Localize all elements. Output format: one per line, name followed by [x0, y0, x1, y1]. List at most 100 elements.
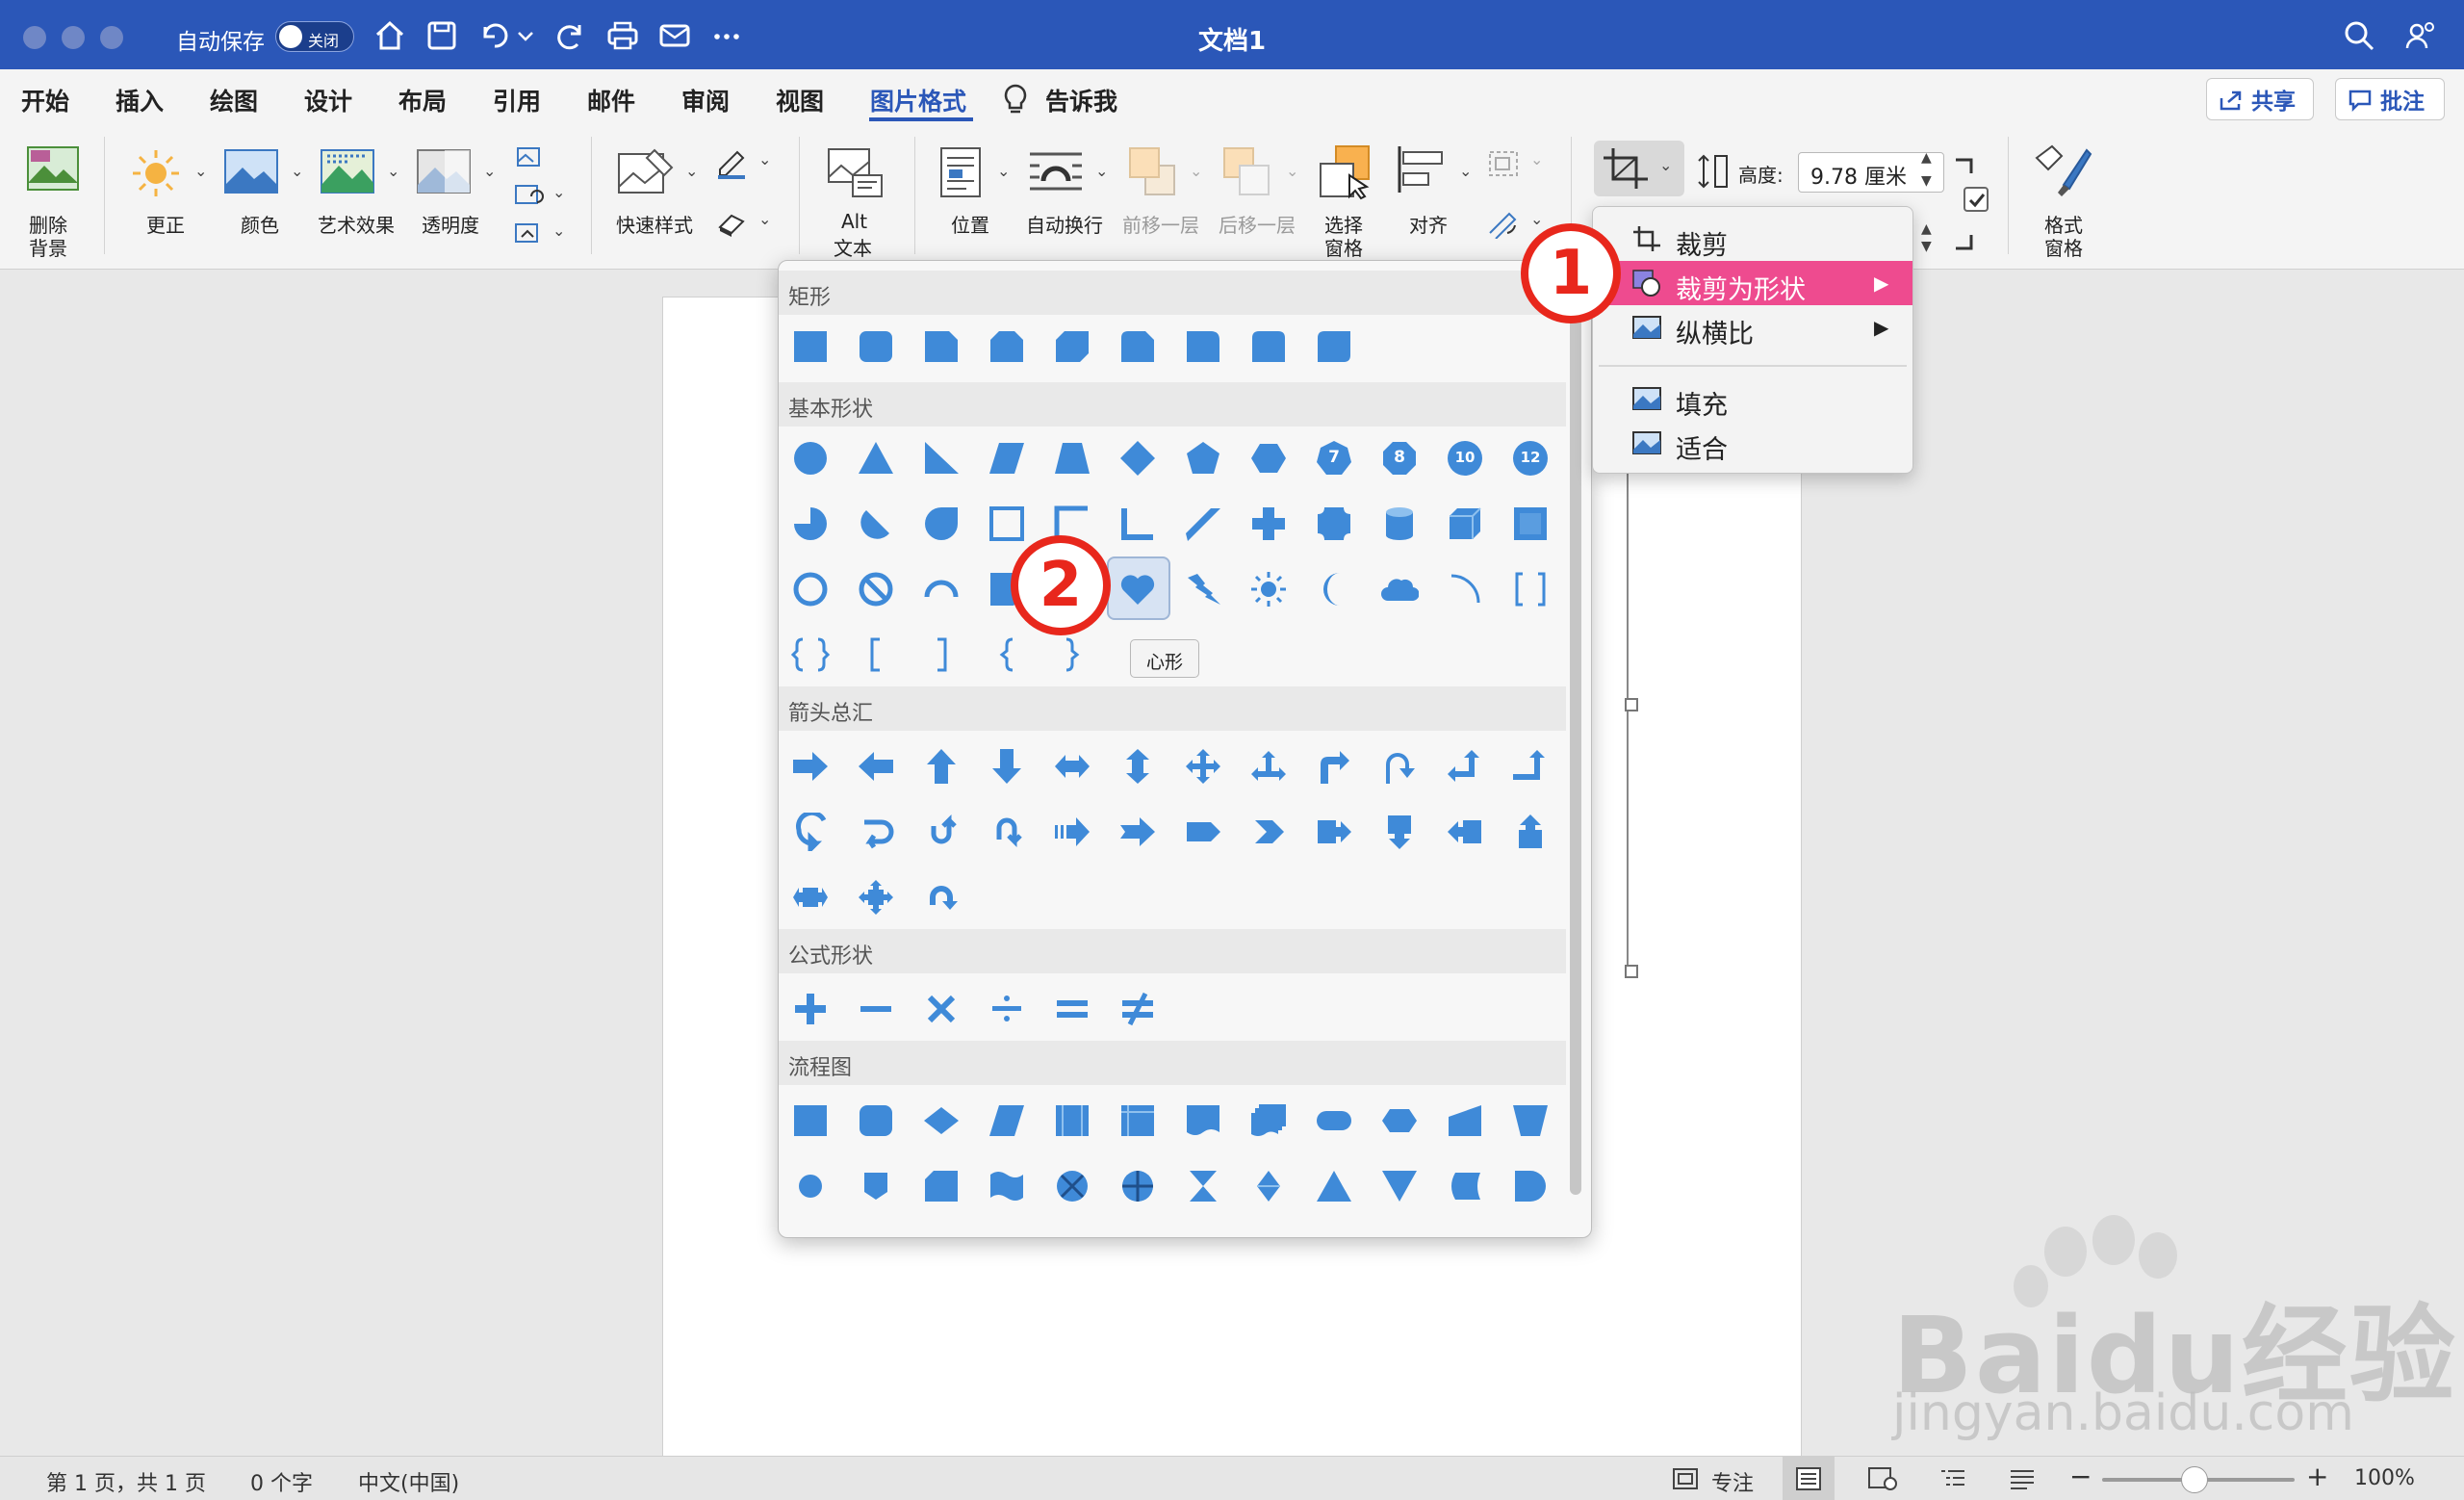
resize-handle[interactable]	[1625, 698, 1638, 711]
menu-item-crop-to-shape[interactable]: 裁剪为形状 ▶	[1593, 261, 1912, 305]
align-dropdown-icon[interactable]: ⌄	[1459, 162, 1472, 180]
shape-moon[interactable]	[1315, 570, 1353, 608]
shape-flowchart-off-page-connector[interactable]	[857, 1167, 895, 1205]
shape-division[interactable]	[988, 990, 1026, 1028]
shape-flowchart-preparation[interactable]	[1380, 1101, 1419, 1140]
language[interactable]: 中文(中国)	[358, 1466, 459, 1497]
transparency-icon[interactable]	[416, 148, 472, 194]
zoom-out-icon[interactable]: −	[2069, 1461, 2092, 1492]
shape-flowchart-card[interactable]	[922, 1167, 961, 1205]
minimize-window-button[interactable]	[62, 26, 85, 49]
shape-octagon[interactable]: 8	[1380, 439, 1419, 478]
shape-right-bracket[interactable]	[922, 635, 961, 674]
shape-flowchart-delay[interactable]	[1511, 1167, 1550, 1205]
shape-cloud[interactable]	[1380, 570, 1419, 608]
shape-chevron[interactable]	[1249, 813, 1288, 851]
shape-flowchart-punched-tape[interactable]	[988, 1167, 1026, 1205]
alt-text-icon[interactable]	[826, 146, 884, 198]
shape-round-diagonal[interactable]	[1315, 327, 1353, 366]
shape-cross[interactable]	[1249, 504, 1288, 543]
zoom-slider-thumb[interactable]	[2181, 1466, 2208, 1493]
color-icon[interactable]	[223, 148, 279, 194]
save-icon[interactable]	[424, 17, 460, 54]
remove-background-icon[interactable]	[25, 144, 81, 194]
corrections-dropdown-icon[interactable]: ⌄	[194, 162, 207, 180]
shape-quad-arrow-callout[interactable]	[857, 878, 895, 917]
shape-bevel[interactable]	[1511, 504, 1550, 543]
crop-dropdown-icon[interactable]: ⌄	[1659, 156, 1672, 174]
shape-circular-arrow[interactable]	[922, 878, 961, 917]
resize-handle[interactable]	[1625, 965, 1638, 978]
shape-parallelogram[interactable]	[988, 439, 1026, 478]
position-dropdown-icon[interactable]: ⌄	[997, 162, 1010, 180]
more-icon[interactable]	[708, 17, 745, 54]
shape-block-arc[interactable]	[922, 570, 961, 608]
shape-minus[interactable]	[857, 990, 895, 1028]
tab-home[interactable]: 开始	[21, 83, 69, 117]
shape-flowchart-data[interactable]	[988, 1101, 1026, 1140]
change-picture-icon[interactable]	[512, 181, 545, 210]
home-icon[interactable]	[372, 17, 408, 54]
shape-flowchart-process[interactable]	[791, 1101, 830, 1140]
shape-heptagon[interactable]: 7	[1315, 439, 1353, 478]
shape-frame[interactable]	[988, 504, 1026, 543]
shape-cube[interactable]	[1446, 504, 1484, 543]
group-dropdown-icon[interactable]: ⌄	[1530, 150, 1543, 168]
search-icon[interactable]	[2341, 17, 2377, 54]
shape-round-single-corner[interactable]	[1184, 327, 1222, 366]
shape-left-up-arrow[interactable]	[1446, 747, 1484, 786]
zoom-in-icon[interactable]: +	[2306, 1461, 2328, 1492]
shape-flowchart-document[interactable]	[1184, 1101, 1222, 1140]
shape-pentagon-arrow[interactable]	[1184, 813, 1222, 851]
shape-l-shape[interactable]	[1118, 504, 1157, 543]
shape-u-turn-arrow[interactable]	[1380, 747, 1419, 786]
shape-flowchart-sort[interactable]	[1249, 1167, 1288, 1205]
shape-left-arrow[interactable]	[857, 747, 895, 786]
menu-item-aspect-ratio[interactable]: 纵横比 ▶	[1593, 305, 1912, 349]
menu-item-fit[interactable]: 适合	[1593, 421, 1912, 465]
shape-flowchart-connector[interactable]	[791, 1167, 830, 1205]
lock-aspect-checkbox[interactable]	[1964, 187, 1989, 212]
focus-icon[interactable]	[1671, 1466, 1700, 1491]
height-decrement-icon[interactable]: ▼	[1921, 173, 1932, 189]
shape-rounded-rectangle[interactable]	[857, 327, 895, 366]
tab-design[interactable]: 设计	[304, 83, 352, 117]
shape-oval[interactable]	[791, 439, 830, 478]
shape-no-symbol[interactable]	[857, 570, 895, 608]
reset-picture-dropdown-icon[interactable]: ⌄	[552, 221, 565, 240]
shape-diagonal-stripe[interactable]	[1184, 504, 1222, 543]
width-decrement-icon[interactable]: ▼	[1921, 239, 1932, 254]
shape-right-brace[interactable]	[1053, 635, 1091, 674]
change-picture-dropdown-icon[interactable]: ⌄	[552, 183, 565, 201]
shape-right-arrow[interactable]	[791, 747, 830, 786]
shape-sun[interactable]	[1249, 570, 1288, 608]
shape-curved-down-arrow[interactable]	[988, 813, 1026, 851]
bring-forward-icon[interactable]	[1126, 144, 1178, 198]
shape-up-arrow-callout[interactable]	[1511, 813, 1550, 851]
shape-flowchart-internal-storage[interactable]	[1118, 1101, 1157, 1140]
quick-styles-icon[interactable]	[616, 146, 676, 198]
wrap-text-dropdown-icon[interactable]: ⌄	[1095, 162, 1108, 180]
shape-equal[interactable]	[1053, 990, 1091, 1028]
tab-references[interactable]: 引用	[493, 83, 541, 117]
tab-review[interactable]: 审阅	[681, 83, 730, 117]
shape-trapezoid[interactable]	[1053, 439, 1091, 478]
artistic-effects-dropdown-icon[interactable]: ⌄	[387, 162, 399, 180]
shape-flowchart-extract[interactable]	[1315, 1167, 1353, 1205]
comments-button[interactable]: 批注	[2335, 78, 2445, 120]
shape-pentagon[interactable]	[1184, 439, 1222, 478]
shape-flowchart-or[interactable]	[1118, 1167, 1157, 1205]
shape-up-arrow[interactable]	[922, 747, 961, 786]
web-layout-icon[interactable]	[1867, 1466, 1898, 1491]
send-backward-icon[interactable]	[1220, 144, 1272, 198]
shape-triangle[interactable]	[857, 439, 895, 478]
reset-picture-icon[interactable]	[512, 220, 545, 248]
shape-up-down-arrow[interactable]	[1118, 747, 1157, 786]
shape-snip-round-corner[interactable]	[1118, 327, 1157, 366]
shape-quad-arrow[interactable]	[1184, 747, 1222, 786]
shape-left-right-arrow[interactable]	[1053, 747, 1091, 786]
shape-striped-right-arrow[interactable]	[1053, 813, 1091, 851]
draft-view-icon[interactable]	[2008, 1466, 2037, 1491]
shape-left-arrow-callout[interactable]	[1446, 813, 1484, 851]
artistic-effects-icon[interactable]	[320, 148, 375, 194]
